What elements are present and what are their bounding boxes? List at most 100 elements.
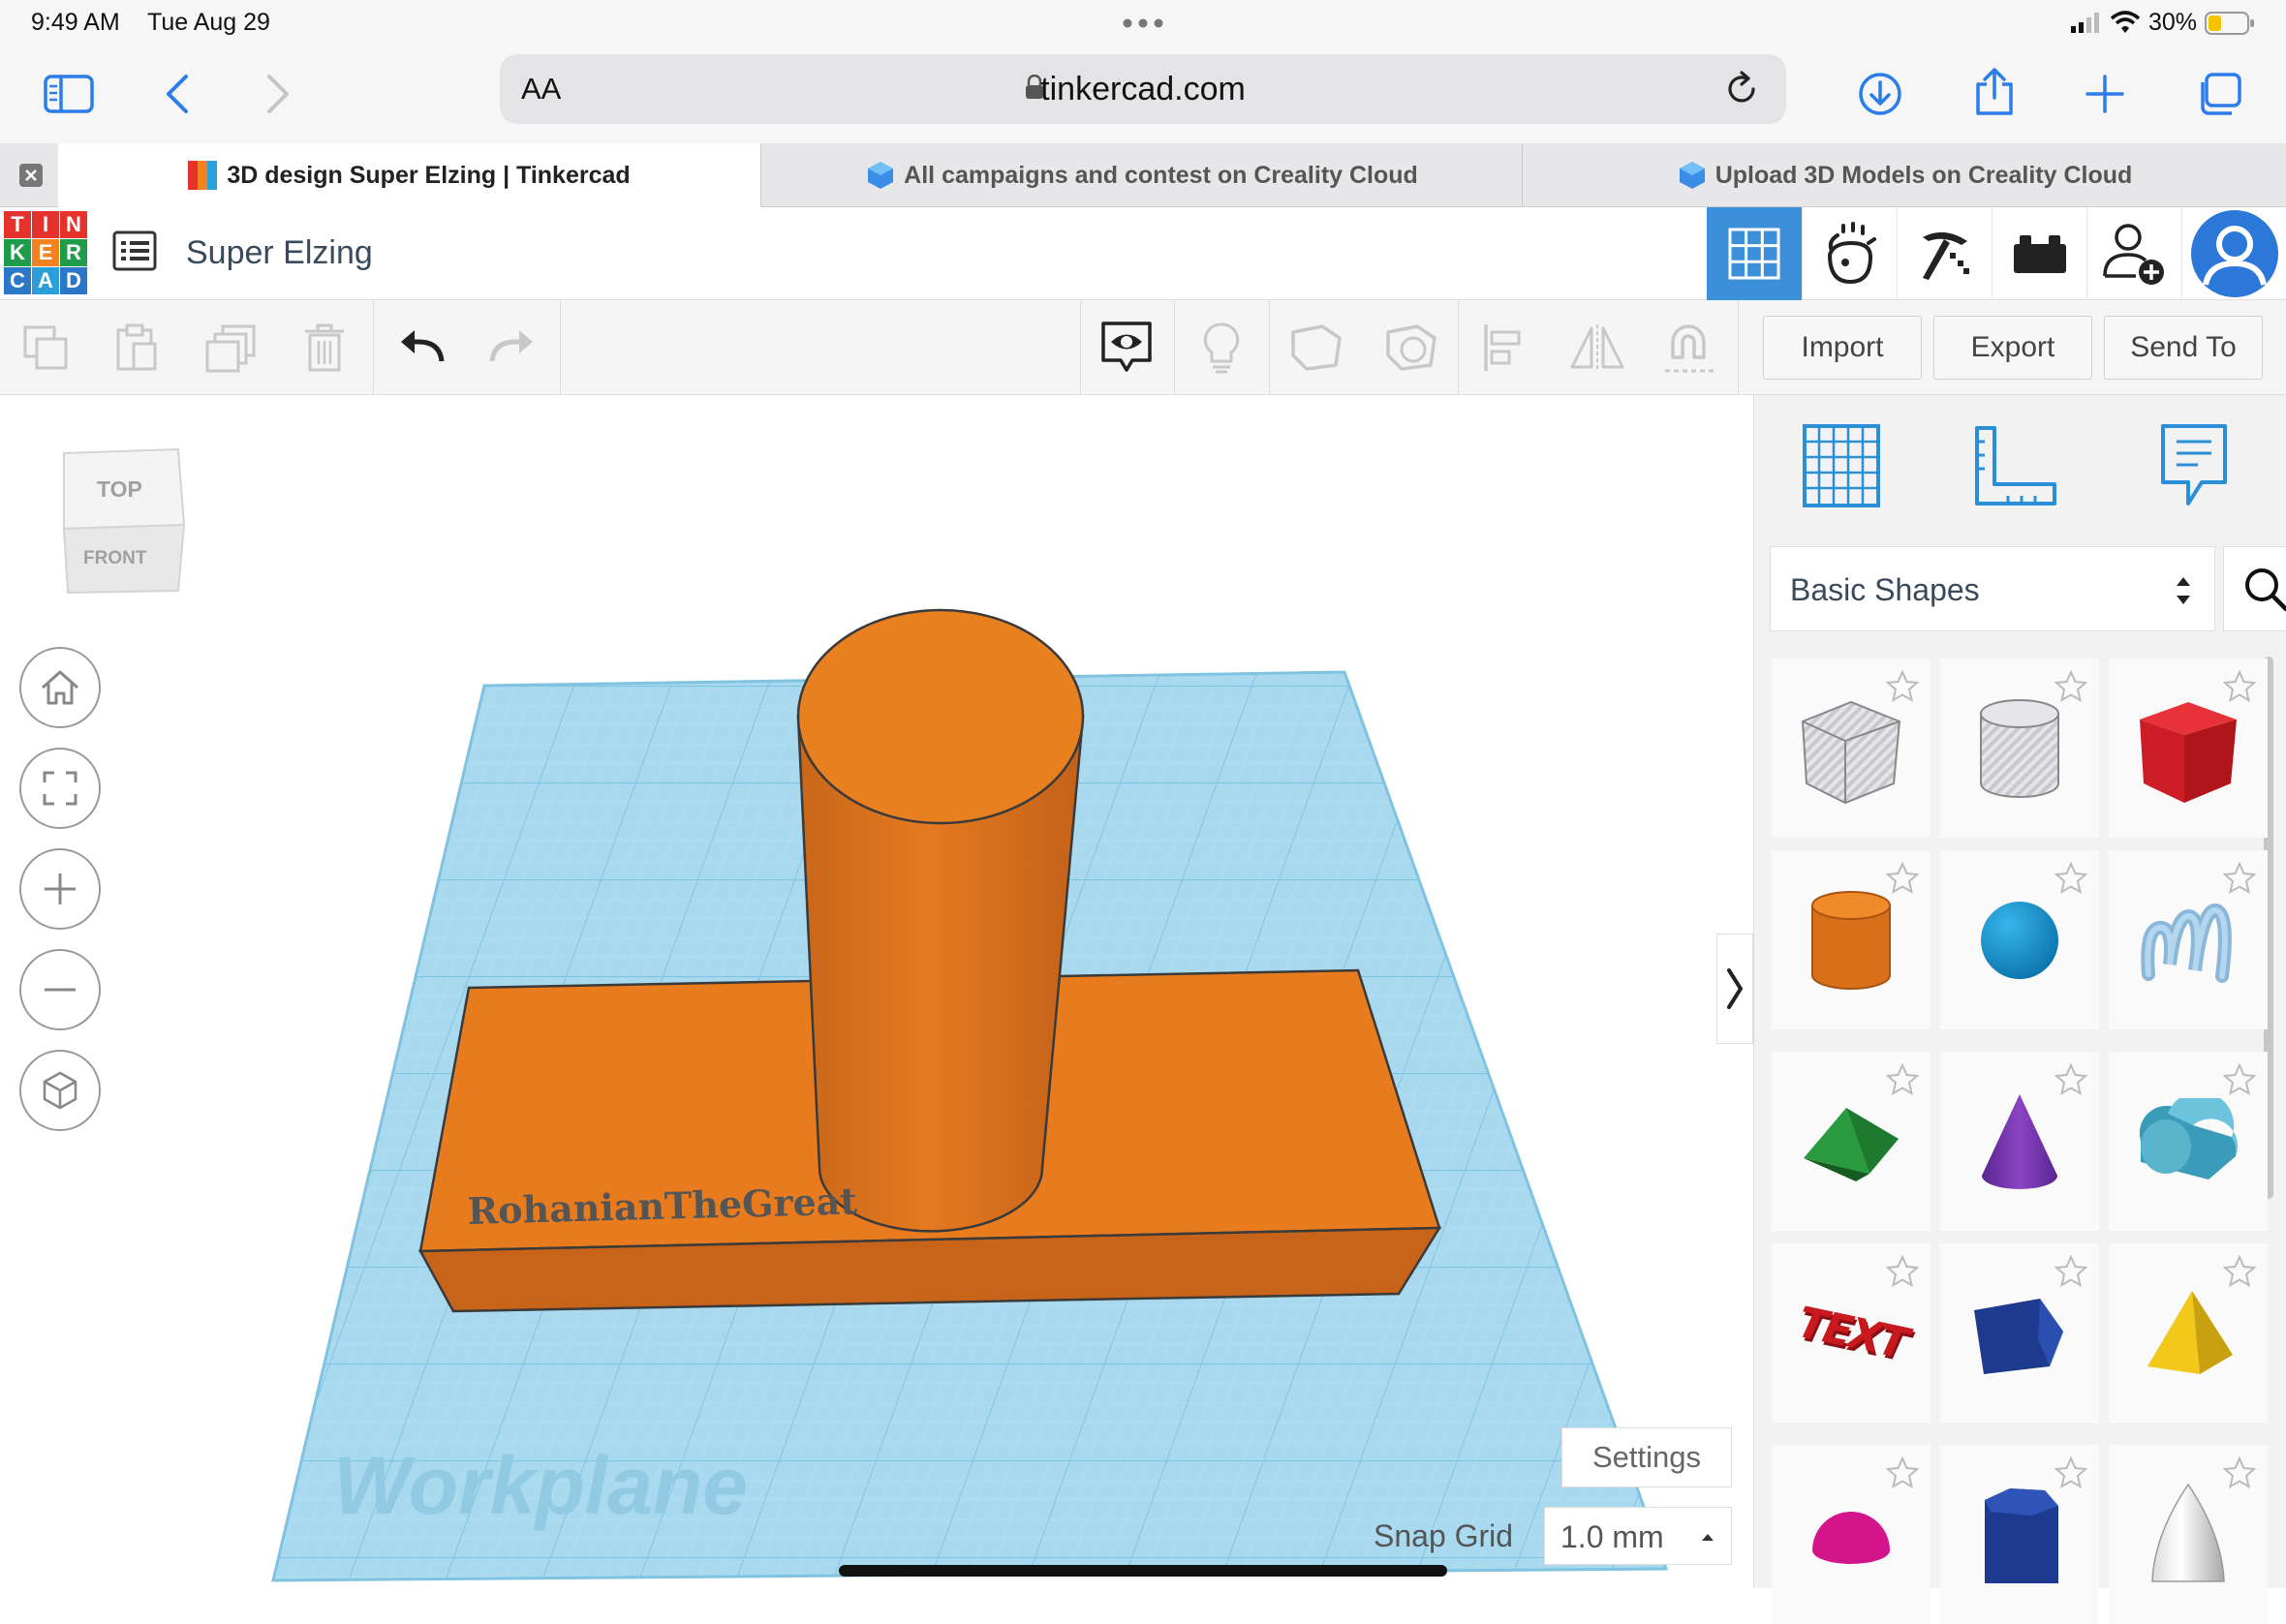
shape-polygon[interactable] <box>1940 1243 2099 1423</box>
favorite-star-icon[interactable] <box>2223 862 2256 895</box>
shape-roof[interactable] <box>1772 1052 1931 1231</box>
favorite-star-icon[interactable] <box>1886 1255 1919 1288</box>
shape-cone[interactable] <box>1940 1052 2099 1231</box>
zoom-out-icon[interactable] <box>19 949 101 1030</box>
invite-user-icon[interactable] <box>2086 207 2181 300</box>
lego-bricks-icon[interactable] <box>1992 207 2086 300</box>
favorite-star-icon[interactable] <box>2223 670 2256 703</box>
panel-toggle[interactable] <box>1716 934 1753 1044</box>
shape-cylinder-hole[interactable] <box>1940 659 2099 838</box>
favorite-star-icon[interactable] <box>2054 670 2087 703</box>
home-indicator <box>839 1565 1447 1577</box>
tab-creality-upload[interactable]: Upload 3D Models on Creality Cloud <box>1523 143 2286 207</box>
favorite-star-icon[interactable] <box>1886 1063 1919 1096</box>
shape-scribble[interactable] <box>2109 850 2268 1029</box>
shape-text[interactable]: TEXT <box>1772 1243 1931 1423</box>
favorite-star-icon[interactable] <box>2223 1456 2256 1489</box>
search-button[interactable] <box>2223 546 2286 631</box>
close-tab-icon[interactable] <box>19 164 43 187</box>
export-button[interactable]: Export <box>1933 316 2092 380</box>
tab-tinkercad[interactable]: 3D design Super Elzing | Tinkercad <box>58 143 761 207</box>
favorite-star-icon[interactable] <box>2223 1063 2256 1096</box>
home-icon[interactable] <box>19 647 101 728</box>
codeblocks-icon[interactable] <box>1802 207 1897 300</box>
chevron-right-icon <box>1727 968 1744 1009</box>
notes-visibility-icon[interactable] <box>1093 314 1160 382</box>
design-list-icon[interactable] <box>112 230 157 271</box>
favorite-star-icon[interactable] <box>2054 862 2087 895</box>
view-cube-front[interactable]: FRONT <box>83 548 146 569</box>
perspective-icon[interactable] <box>19 1050 101 1131</box>
favorite-star-icon[interactable] <box>2054 1063 2087 1096</box>
shape-category-select[interactable]: Basic Shapes <box>1770 546 2215 631</box>
workplane-grid-icon[interactable] <box>1801 422 1882 509</box>
snap-grid-select[interactable]: 1.0 mm <box>1544 1507 1732 1565</box>
send-to-button[interactable]: Send To <box>2104 316 2263 380</box>
redo-icon[interactable] <box>479 314 546 382</box>
favorite-star-icon[interactable] <box>2223 1255 2256 1288</box>
favorite-star-icon[interactable] <box>1886 670 1919 703</box>
more-dots-icon[interactable] <box>1122 17 1164 29</box>
lock-icon <box>1025 75 1044 100</box>
shape-half-sphere[interactable] <box>1772 1445 1931 1624</box>
sidebar-icon[interactable] <box>35 60 103 128</box>
tab-creality-campaigns[interactable]: All campaigns and contest on Creality Cl… <box>761 143 1523 207</box>
forward-icon[interactable] <box>244 60 312 128</box>
plus-icon[interactable] <box>2071 60 2139 128</box>
shape-hexagonal-prism[interactable] <box>1940 1445 2099 1624</box>
round-roof-icon <box>2139 1097 2239 1180</box>
cylinder-top[interactable] <box>796 608 1085 825</box>
paraboloid-icon <box>2151 1483 2225 1582</box>
share-icon[interactable] <box>1961 58 2028 126</box>
shape-box-hole[interactable] <box>1772 659 1931 838</box>
shape-cylinder[interactable] <box>1772 850 1931 1029</box>
workplane-label: Workplane <box>333 1440 748 1531</box>
snap-grid-label: Snap Grid <box>1374 1518 1514 1553</box>
address-bar[interactable]: AA tinkercad.com <box>500 54 1786 124</box>
select-arrows-icon <box>2177 577 2190 604</box>
shape-pyramid[interactable] <box>2109 1243 2268 1423</box>
group-icon[interactable] <box>1656 314 1724 382</box>
view-cube[interactable]: TOP FRONT <box>58 444 188 598</box>
shape-sphere[interactable] <box>1940 850 2099 1029</box>
tinkercad-logo[interactable]: T I N K E R C A D <box>2 209 89 296</box>
design-title[interactable]: Super Elzing <box>186 234 373 272</box>
copy-icon[interactable] <box>12 314 79 382</box>
favorite-star-icon[interactable] <box>1886 862 1919 895</box>
back-icon[interactable] <box>143 60 211 128</box>
toolbar-divider <box>1269 300 1270 395</box>
download-icon[interactable] <box>1846 60 1914 128</box>
reload-icon[interactable] <box>1722 70 1761 108</box>
duplicate-icon[interactable] <box>198 314 265 382</box>
browser-toolbar: AA tinkercad.com <box>0 45 2286 143</box>
light-icon[interactable] <box>1188 314 1255 382</box>
battery-icon <box>2205 12 2255 35</box>
status-bar: 9:49 AM Tue Aug 29 30% <box>0 0 2286 45</box>
settings-button[interactable]: Settings <box>1561 1427 1732 1487</box>
ruler-icon[interactable] <box>1973 424 2058 507</box>
undo-icon[interactable] <box>387 314 455 382</box>
tabs-icon[interactable] <box>2185 60 2253 128</box>
3d-viewport[interactable]: TOP FRONT Workplane RohanianTheGreat Set… <box>0 395 1753 1588</box>
avatar-icon[interactable] <box>2181 207 2286 300</box>
delete-icon[interactable] <box>291 314 358 382</box>
import-button[interactable]: Import <box>1763 316 1922 380</box>
view-cube-top[interactable]: TOP <box>97 476 142 503</box>
shape-hole-icon[interactable] <box>1377 314 1445 382</box>
mirror-icon[interactable] <box>1563 314 1631 382</box>
hexagonal-prism-icon <box>1985 1487 2058 1583</box>
shape-box[interactable] <box>2109 659 2268 838</box>
shape-paraboloid[interactable] <box>2109 1445 2268 1624</box>
grid-3d-icon[interactable] <box>1707 207 1802 300</box>
paste-icon[interactable] <box>103 314 170 382</box>
shape-round-roof[interactable] <box>2109 1052 2268 1231</box>
fit-view-icon[interactable] <box>19 748 101 829</box>
favorite-star-icon[interactable] <box>2054 1255 2087 1288</box>
zoom-in-icon[interactable] <box>19 848 101 930</box>
notes-icon[interactable] <box>2159 422 2229 509</box>
favorite-star-icon[interactable] <box>1886 1456 1919 1489</box>
minecraft-pickaxe-icon[interactable] <box>1897 207 1992 300</box>
favorite-star-icon[interactable] <box>2054 1456 2087 1489</box>
align-icon[interactable] <box>1470 314 1538 382</box>
shape-solid-icon[interactable] <box>1282 314 1350 382</box>
